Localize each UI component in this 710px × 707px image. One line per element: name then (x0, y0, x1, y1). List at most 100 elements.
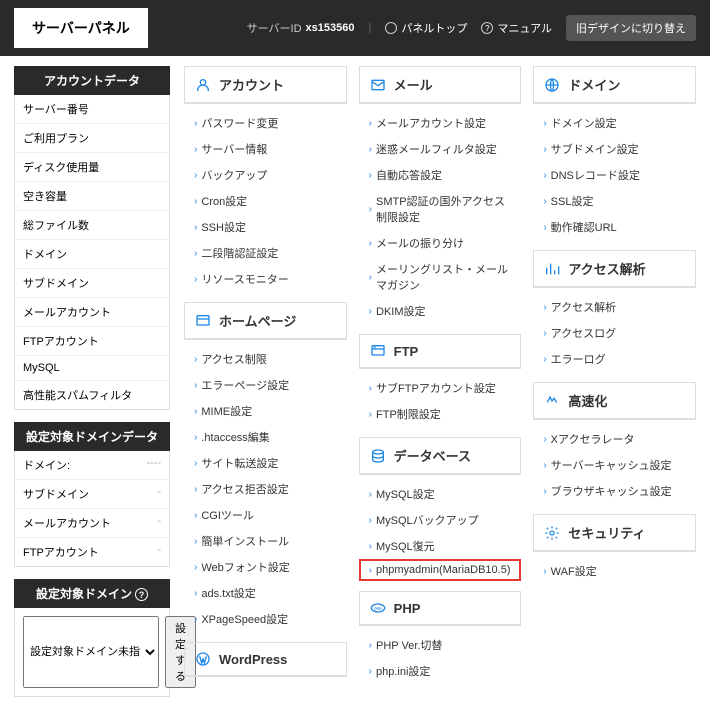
chevron-right-icon: › (543, 170, 546, 181)
link-item[interactable]: ›DKIM設定 (359, 298, 522, 324)
link-item[interactable]: ›メールアカウント設定 (359, 110, 522, 136)
link-item[interactable]: ›パスワード変更 (184, 110, 347, 136)
link-item[interactable]: ›XPageSpeed設定 (184, 606, 347, 632)
category-header: php PHP (359, 591, 522, 626)
chevron-right-icon: › (369, 640, 372, 651)
chevron-right-icon: › (194, 354, 197, 365)
link-label: CGIツール (201, 507, 254, 523)
label: ドメイン: (23, 457, 70, 473)
link-item[interactable]: ›FTP制限設定 (359, 401, 522, 427)
link-label: 動作確認URL (551, 219, 617, 235)
php-icon: php (370, 600, 386, 616)
link-item[interactable]: ›動作確認URL (533, 214, 696, 240)
label: 空き容量 (23, 188, 67, 204)
link-item[interactable]: ›SSL設定 (533, 188, 696, 214)
domain-select-area: 設定対象ドメイン未指 設定する (14, 608, 170, 697)
link-item[interactable]: ›サブFTPアカウント設定 (359, 375, 522, 401)
link-item[interactable]: ›自動応答設定 (359, 162, 522, 188)
link-label: ドメイン設定 (551, 115, 617, 131)
category-access: アクセス解析›アクセス解析›アクセスログ›エラーログ (533, 250, 696, 374)
link-item[interactable]: ›アクセス制限 (184, 346, 347, 372)
link-item[interactable]: ›エラーログ (533, 346, 696, 372)
link-item[interactable]: ›Webフォント設定 (184, 554, 347, 580)
link-item[interactable]: ›サーバーキャッシュ設定 (533, 452, 696, 478)
link-label: メールアカウント設定 (376, 115, 486, 131)
link-item[interactable]: ›MySQL設定 (359, 481, 522, 507)
link-item[interactable]: ›アクセス拒否設定 (184, 476, 347, 502)
category-title: ドメイン (568, 75, 620, 94)
link-label: バックアップ (201, 167, 267, 183)
link-item[interactable]: ›迷惑メールフィルタ設定 (359, 136, 522, 162)
link-item[interactable]: ›Xアクセラレータ (533, 426, 696, 452)
chevron-right-icon: › (543, 486, 546, 497)
panel-top-link[interactable]: パネルトップ (385, 20, 467, 36)
link-item[interactable]: ›.htaccess編集 (184, 424, 347, 450)
help-icon[interactable]: ? (135, 588, 148, 601)
link-item[interactable]: ›SSH設定 (184, 214, 347, 240)
chevron-right-icon: › (194, 536, 197, 547)
chevron-right-icon: › (543, 118, 546, 129)
link-item[interactable]: › ドメイン設定 (533, 110, 696, 136)
link-label: サイト転送設定 (201, 455, 278, 471)
link-item[interactable]: ›MySQLバックアップ (359, 507, 522, 533)
chevron-right-icon: › (543, 196, 546, 207)
topbar: サーバーパネル サーバーID xs153560 | パネルトップ ?マニュアル … (0, 0, 710, 56)
label: メールアカウント (23, 515, 111, 531)
link-item[interactable]: ›リソースモニター (184, 266, 347, 292)
chevron-right-icon: › (369, 144, 372, 155)
link-item[interactable]: ›Cron設定 (184, 188, 347, 214)
link-item[interactable]: ›MySQL復元 (359, 533, 522, 559)
link-label: エラーページ設定 (201, 377, 289, 393)
category-links: ›PHP Ver.切替›php.ini設定 (359, 626, 522, 686)
wordpress-icon (195, 651, 211, 667)
category-homepage: ホームページ›アクセス制限›エラーページ設定›MIME設定›.htaccess編… (184, 302, 347, 634)
manual-link[interactable]: ?マニュアル (481, 20, 552, 36)
category-links: ›ドメイン設定›サブドメイン設定›DNSレコード設定›SSL設定›動作確認URL (533, 104, 696, 242)
link-item[interactable]: ›ブラウザキャッシュ設定 (533, 478, 696, 504)
link-item[interactable]: ›CGIツール (184, 502, 347, 528)
link-item[interactable]: ›アクセスログ (533, 320, 696, 346)
target-domain-title: 設定対象ドメイン? (14, 579, 170, 608)
link-item[interactable]: ›メールの振り分け (359, 230, 522, 256)
link-item[interactable]: ›エラーページ設定 (184, 372, 347, 398)
link-item[interactable]: ›WAF設定 (533, 558, 696, 584)
account-row: 総ファイル数 (15, 211, 169, 240)
link-item[interactable]: ›バックアップ (184, 162, 347, 188)
logo: サーバーパネル (14, 8, 148, 48)
domain-select[interactable]: 設定対象ドメイン未指 (23, 616, 159, 688)
domain-row: FTPアカウント- (15, 538, 169, 566)
layout: アカウントデータ サーバー番号ご利用プランディスク使用量空き容量総ファイル数ドメ… (0, 56, 710, 707)
link-item[interactable]: ›サブドメイン設定 (533, 136, 696, 162)
link-item[interactable]: ›phpmyadmin(MariaDB10.5) (359, 559, 522, 581)
chevron-right-icon: › (543, 354, 546, 365)
link-item[interactable]: ›MIME設定 (184, 398, 347, 424)
category-title: PHP (394, 601, 421, 616)
link-item[interactable]: ›サイト転送設定 (184, 450, 347, 476)
link-item[interactable]: ›簡単インストール (184, 528, 347, 554)
category-links: ›メールアカウント設定›迷惑メールフィルタ設定›自動応答設定›SMTP認証の国外… (359, 104, 522, 326)
link-item[interactable]: ›ads.txt設定 (184, 580, 347, 606)
chevron-right-icon: › (543, 566, 546, 577)
category-header: ホームページ (184, 302, 347, 340)
link-item[interactable]: ›サーバー情報 (184, 136, 347, 162)
category-speed: 高速化›Xアクセラレータ›サーバーキャッシュ設定›ブラウザキャッシュ設定 (533, 382, 696, 506)
link-label: MySQL設定 (376, 486, 435, 502)
link-item[interactable]: ›SMTP認証の国外アクセス制限設定 (359, 188, 522, 230)
value: - (157, 486, 161, 502)
category-header: メール (359, 66, 522, 104)
chevron-right-icon: › (194, 144, 197, 155)
link-item[interactable]: ›アクセス解析 (533, 294, 696, 320)
access-icon (544, 261, 560, 277)
link-item[interactable]: ›二段階認証設定 (184, 240, 347, 266)
old-design-button[interactable]: 旧デザインに切り替え (566, 15, 696, 41)
link-item[interactable]: ›DNSレコード設定 (533, 162, 696, 188)
link-item[interactable]: ›メーリングリスト・メールマガジン (359, 256, 522, 298)
category-links: ›MySQL設定›MySQLバックアップ›MySQL復元›phpmyadmin(… (359, 475, 522, 583)
chevron-right-icon: › (543, 144, 546, 155)
link-item[interactable]: ›PHP Ver.切替 (359, 632, 522, 658)
link-label: ads.txt設定 (201, 585, 255, 601)
link-label: サブFTPアカウント設定 (376, 380, 496, 396)
link-item[interactable]: ›php.ini設定 (359, 658, 522, 684)
category-title: データベース (394, 446, 471, 465)
chevron-right-icon: › (543, 434, 546, 445)
